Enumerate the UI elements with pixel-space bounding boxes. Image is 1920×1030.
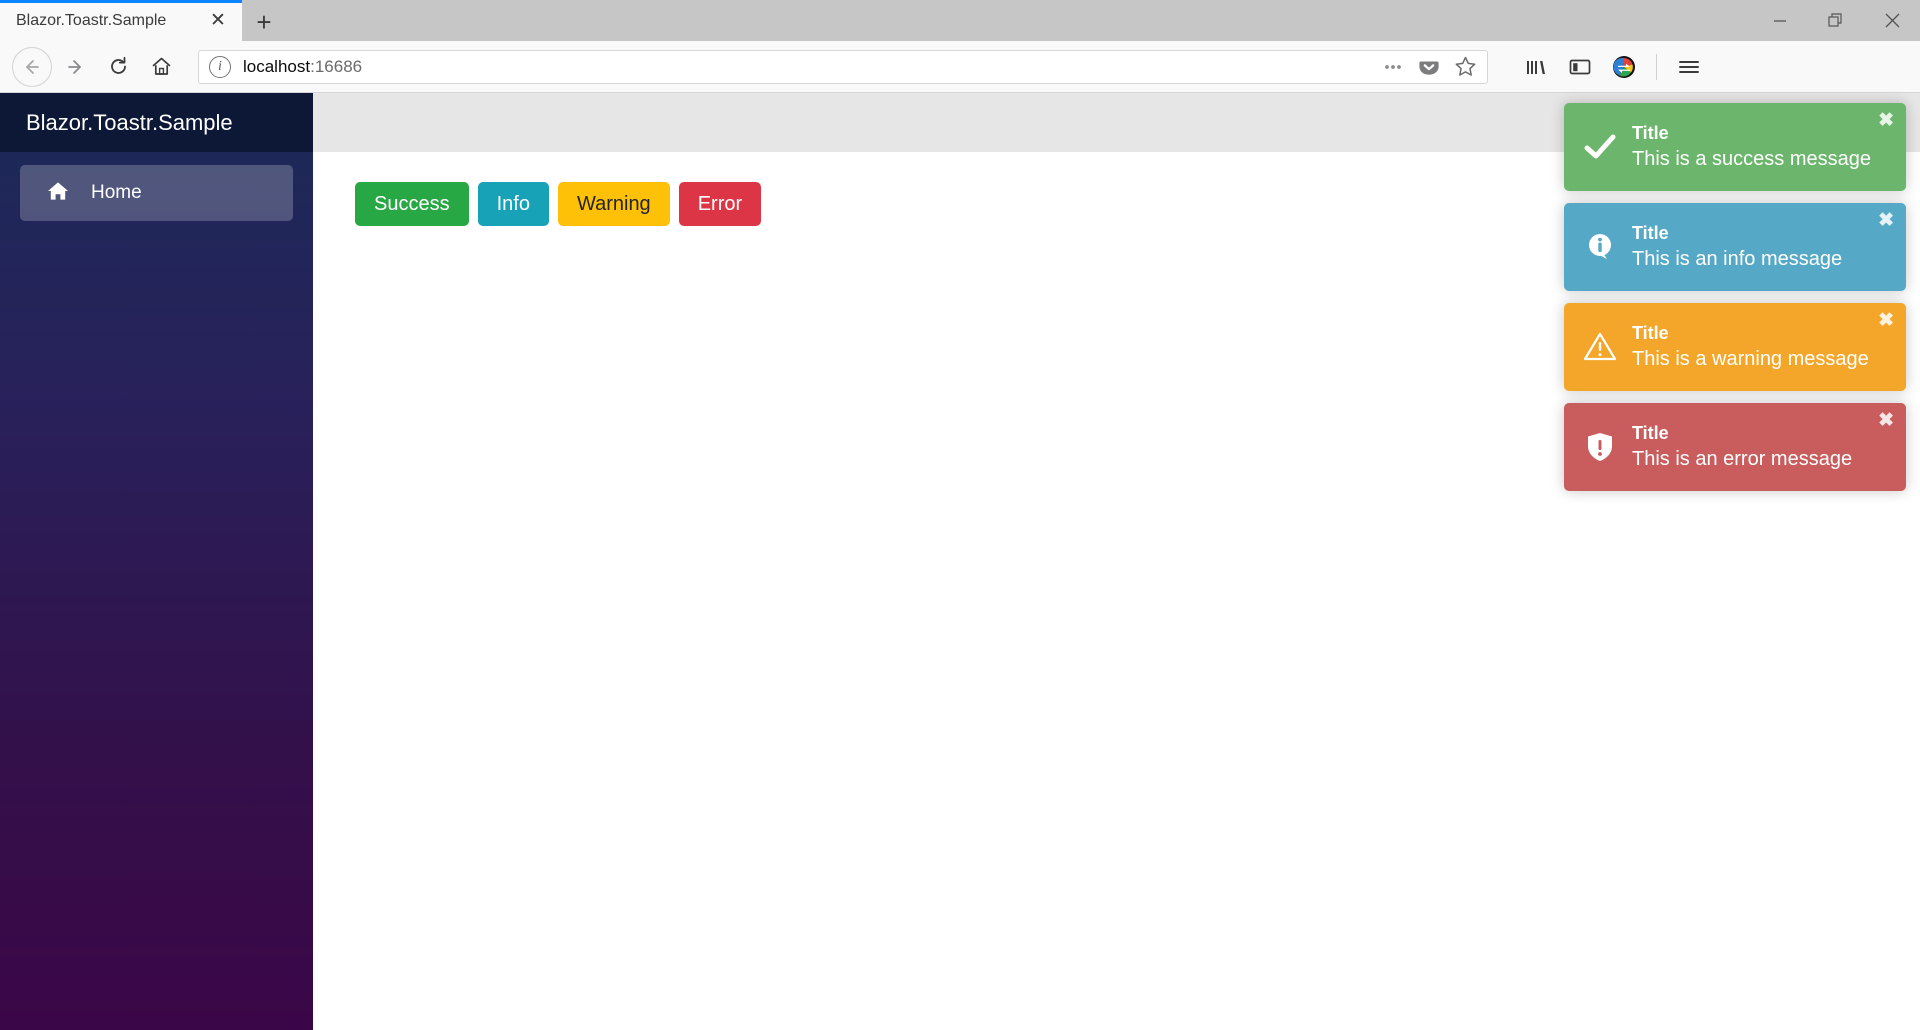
identity-info-icon[interactable]: i <box>209 55 231 78</box>
app-sidebar: Blazor.Toastr.Sample Home <box>0 93 313 1030</box>
success-button[interactable]: Success <box>355 182 469 226</box>
toast-title: Title <box>1632 323 1669 344</box>
sidebar-nav: Home <box>0 152 313 221</box>
toast-close-icon[interactable]: ✖ <box>1878 311 1894 330</box>
close-icon[interactable] <box>1864 0 1920 41</box>
url-port: :16686 <box>310 56 363 76</box>
account-icon[interactable] <box>1612 55 1636 79</box>
toast-error[interactable]: ✖ Title This is an error message <box>1564 403 1906 491</box>
back-icon[interactable] <box>12 46 52 87</box>
error-button[interactable]: Error <box>678 182 762 226</box>
toast-body: Title This is a success message <box>1632 123 1871 171</box>
warning-triangle-icon <box>1582 330 1618 364</box>
tab-close-icon[interactable]: ✕ <box>206 9 230 33</box>
browser-window: Blazor.Toastr.Sample ✕ + i localhost:166… <box>0 0 1920 1030</box>
sidebar-brand[interactable]: Blazor.Toastr.Sample <box>0 93 313 152</box>
tab-title: Blazor.Toastr.Sample <box>16 11 167 29</box>
home-icon[interactable] <box>141 47 181 87</box>
toast-message: This is a warning message <box>1632 347 1869 370</box>
toast-body: Title This is a warning message <box>1632 323 1869 371</box>
reload-icon[interactable] <box>98 47 138 87</box>
sidebar-brand-label: Blazor.Toastr.Sample <box>26 109 233 135</box>
forward-icon[interactable] <box>55 47 95 87</box>
toast-close-icon[interactable]: ✖ <box>1878 411 1894 430</box>
sidebar-item-home[interactable]: Home <box>20 165 293 221</box>
hamburger-menu-icon[interactable] <box>1677 55 1701 79</box>
toast-container: ✖ Title This is a success message ✖ Titl… <box>1564 103 1906 491</box>
toast-message: This is an error message <box>1632 447 1853 470</box>
restore-icon[interactable] <box>1808 0 1864 41</box>
window-controls <box>1752 0 1920 41</box>
sidebar-icon[interactable] <box>1568 55 1592 79</box>
toast-close-icon[interactable]: ✖ <box>1878 111 1894 130</box>
toast-success[interactable]: ✖ Title This is a success message <box>1564 103 1906 191</box>
shield-exclamation-icon <box>1582 430 1618 464</box>
toast-title: Title <box>1632 123 1669 144</box>
info-bubble-icon <box>1582 230 1618 264</box>
new-tab-button[interactable]: + <box>242 3 286 41</box>
bookmark-star-icon[interactable] <box>1454 55 1477 78</box>
toast-message: This is a success message <box>1632 147 1871 170</box>
toast-close-icon[interactable]: ✖ <box>1878 211 1894 230</box>
toast-info[interactable]: ✖ Title This is an info message <box>1564 203 1906 291</box>
app-viewport: Blazor.Toastr.Sample Home About Success … <box>0 93 1920 1030</box>
toast-body: Title This is an info message <box>1632 223 1842 271</box>
toast-body: Title This is an error message <box>1632 423 1852 471</box>
check-icon <box>1582 130 1618 164</box>
pocket-icon[interactable] <box>1418 56 1440 78</box>
urlbar-actions <box>1382 55 1477 78</box>
page-actions-icon[interactable] <box>1382 56 1404 78</box>
browser-titlebar: Blazor.Toastr.Sample ✕ + <box>0 0 1920 41</box>
browser-navbar: i localhost:16686 <box>0 41 1920 93</box>
info-button[interactable]: Info <box>477 182 549 226</box>
toast-message: This is an info message <box>1632 247 1843 270</box>
browser-tab[interactable]: Blazor.Toastr.Sample ✕ <box>0 0 242 41</box>
toolbar-divider <box>1656 53 1657 80</box>
url-bar[interactable]: i localhost:16686 <box>198 49 1488 84</box>
library-icon[interactable] <box>1524 55 1548 79</box>
warning-button[interactable]: Warning <box>557 182 670 226</box>
toast-title: Title <box>1632 423 1669 444</box>
minimize-icon[interactable] <box>1752 0 1808 41</box>
sidebar-item-home-label: Home <box>91 182 142 203</box>
url-text: localhost:16686 <box>243 57 362 77</box>
toast-warning[interactable]: ✖ Title This is a warning message <box>1564 303 1906 391</box>
toolbar-right <box>1502 53 1701 80</box>
url-host: localhost <box>243 56 311 76</box>
home-icon <box>47 180 69 207</box>
toast-title: Title <box>1632 223 1669 244</box>
